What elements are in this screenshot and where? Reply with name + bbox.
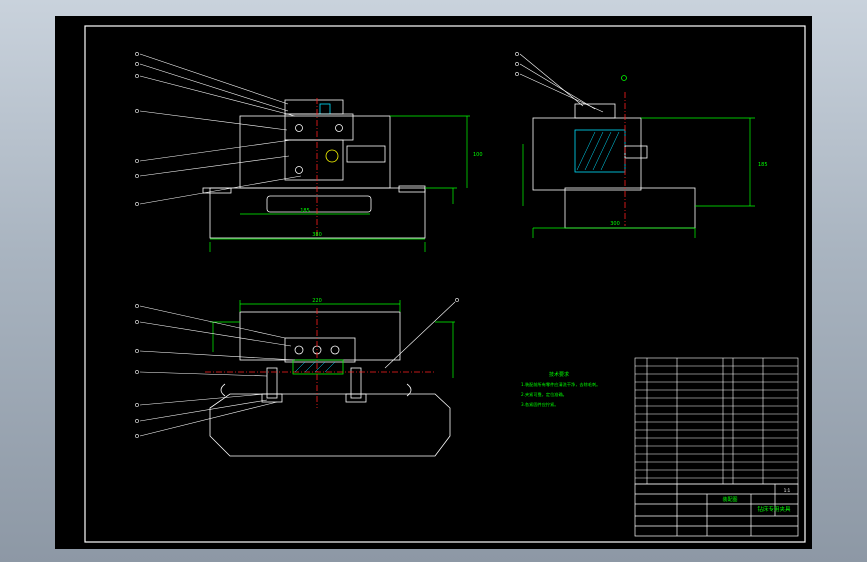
cad-drawing: 380 185 100 300 185 220 技术要求 1.装配前所有零件应清…: [55, 16, 812, 549]
dim-top-width: 220: [312, 298, 322, 304]
dim-front-width: 380: [312, 232, 322, 238]
title-fixture-name: 钻床专用夹具: [757, 505, 791, 513]
drawing-sheet: 380 185 100 300 185 220 技术要求 1.装配前所有零件应清…: [55, 16, 812, 549]
screen: 380 185 100 300 185 220 技术要求 1.装配前所有零件应清…: [0, 0, 867, 562]
tech-note-2: 2.夹紧可靠，定位准确。: [521, 391, 567, 398]
tech-note-1: 1.装配前所有零件应清洗干净，去除毛刺。: [521, 381, 600, 388]
dim-front-inner: 185: [300, 208, 310, 214]
tech-notes-title: 技术要求: [549, 371, 569, 378]
title-scale: 1:1: [784, 488, 791, 493]
tech-note-3: 3.各紧固件应拧紧。: [521, 401, 559, 408]
dim-side-height: 185: [758, 162, 768, 168]
sheet-background: [55, 16, 812, 549]
title-drawing-name: 装配图: [722, 496, 737, 503]
dim-side-width: 300: [610, 221, 620, 227]
dim-front-height: 100: [473, 152, 483, 158]
